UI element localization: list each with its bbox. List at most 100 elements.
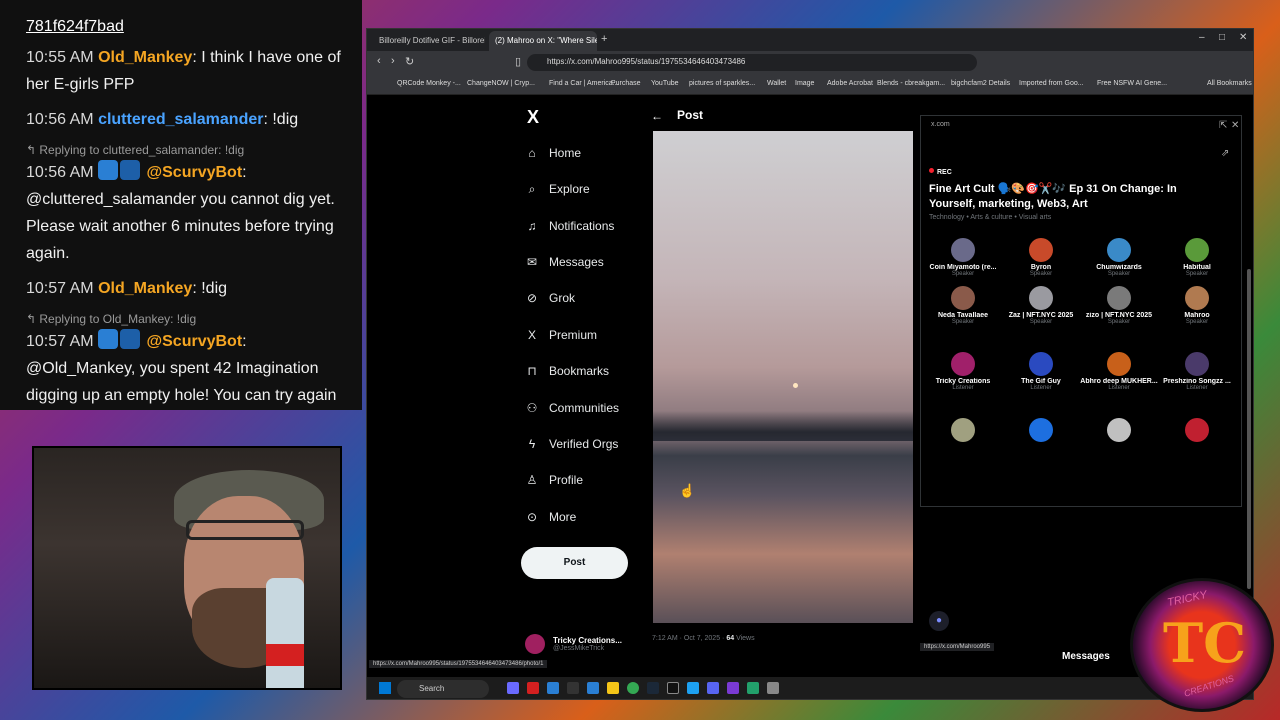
close-icon[interactable]: ✕ (1239, 32, 1247, 43)
taskbar-app-icon[interactable] (527, 682, 539, 694)
participant[interactable] (1157, 418, 1237, 444)
participant-name: Byron (1030, 264, 1052, 271)
taskbar-app-icon[interactable] (727, 682, 739, 694)
chat-user: @ScurvyBot (146, 333, 243, 350)
participant[interactable]: Tricky Creations Listener (923, 352, 1003, 391)
bookmark-item[interactable]: pictures of sparkles... (689, 80, 755, 87)
participant[interactable]: Mahroo Speaker (1157, 286, 1237, 325)
taskbar-app-icon[interactable] (587, 682, 599, 694)
nav-label: Explore (549, 182, 590, 196)
tab-x-post[interactable]: (2) Mahroo on X: "Where Sile (489, 31, 597, 51)
nav-more[interactable]: ⊙ More (525, 505, 576, 529)
microphone-icon[interactable]: ● (929, 611, 949, 631)
post-button[interactable]: Post (521, 547, 628, 579)
back-icon[interactable]: ‹ (377, 55, 381, 67)
bookmark-item[interactable]: ChangeNOW | Cryp... (467, 80, 535, 87)
expand-icon[interactable]: ⇱ (1219, 120, 1227, 131)
participant[interactable]: The Gif Guy Listener (1001, 352, 1081, 391)
bookmark-item[interactable]: YouTube (651, 80, 679, 87)
participant[interactable] (1001, 418, 1081, 444)
participant[interactable]: zizo | NFT.NYC 2025 Speaker (1079, 286, 1159, 325)
windows-start-icon[interactable] (379, 682, 391, 694)
views-label: Views (734, 635, 755, 642)
bookmark-item[interactable]: Blends - cbreakgam... (877, 80, 945, 87)
participant[interactable]: Abhro deep MUKHER... Listener (1079, 352, 1159, 391)
nav-messages[interactable]: ✉ Messages (525, 250, 604, 274)
steam-icon[interactable] (647, 682, 659, 694)
scrollbar[interactable] (1247, 269, 1251, 589)
taskbar-app-icon[interactable] (567, 682, 579, 694)
nav-communities[interactable]: ⚇ Communities (525, 396, 619, 420)
bookmark-item[interactable]: Imported from Goo... (1019, 80, 1084, 87)
grok-icon: ⊘ (526, 291, 538, 305)
participant[interactable]: Coin Miyamoto (re... Speaker (923, 238, 1003, 277)
url-field[interactable]: https://x.com/Mahroo995/status/197553464… (527, 54, 977, 71)
tool-badge-icon (120, 160, 141, 180)
nav-home[interactable]: ⌂ Home (525, 141, 581, 165)
maximize-icon[interactable]: □ (1219, 32, 1225, 43)
bookmark-item[interactable]: Purchase (611, 80, 641, 87)
participant[interactable]: Preshzino Songzz ... Listener (1157, 352, 1237, 391)
taskbar-search[interactable]: Search (397, 680, 489, 698)
taskbar-app-icon[interactable] (547, 682, 559, 694)
avatar (1029, 286, 1053, 310)
account-switcher[interactable]: Tricky Creations... @JessMikeTrick (525, 629, 622, 659)
nav-verified-orgs[interactable]: ϟ Verified Orgs (525, 432, 619, 456)
participant[interactable]: Zaz | NFT.NYC 2025 Speaker (1001, 286, 1081, 325)
space-title: Fine Art Cult 🗣️🎨🎯✂️🎶 Ep 31 On Change: I… (929, 183, 1177, 210)
bookmark-item[interactable]: Adobe Acrobat (827, 80, 873, 87)
participant[interactable]: Neda Tavallaee Speaker (923, 286, 1003, 325)
participant[interactable]: Chumwizards Speaker (1079, 238, 1159, 277)
chat-reply-context: ↰ Replying to cluttered_salamander: !dig (26, 143, 245, 157)
reply-text: Replying to Old_Mankey: !dig (39, 312, 197, 326)
bookmark-item[interactable]: Free NSFW AI Gene... (1097, 80, 1167, 87)
messages-drawer[interactable]: Messages (1062, 651, 1110, 662)
telegram-icon[interactable] (687, 682, 699, 694)
nav-profile[interactable]: ♙ Profile (525, 468, 583, 492)
nav-explore[interactable]: ⌕ Explore (525, 177, 590, 201)
reply-text: Replying to cluttered_salamander: !dig (39, 143, 245, 157)
bookmark-item[interactable]: Image (795, 80, 814, 87)
minimize-icon[interactable]: – (1199, 32, 1205, 43)
participant-role: Speaker (1185, 319, 1209, 325)
share-icon[interactable]: ⇗ (1221, 148, 1229, 159)
bot-badge-icon (98, 329, 119, 349)
participant[interactable]: Habitual Speaker (1157, 238, 1237, 277)
post-photo[interactable] (653, 131, 913, 623)
participant[interactable]: Byron Speaker (1001, 238, 1081, 277)
forward-icon[interactable]: › (391, 55, 395, 67)
nav-premium[interactable]: X Premium (525, 323, 597, 347)
taskbar-app-icon[interactable] (507, 682, 519, 694)
taskbar-app-icon[interactable] (747, 682, 759, 694)
x-logo[interactable]: X (527, 107, 539, 128)
nav-bookmarks[interactable]: ⊓ Bookmarks (525, 359, 609, 383)
webcam-glasses (186, 520, 304, 540)
bookmark-item[interactable]: bigchcfam2 Details (951, 80, 1010, 87)
settings-icon[interactable] (767, 682, 779, 694)
bookmark-item[interactable]: Wallet (767, 80, 786, 87)
status-url: https://x.com/Mahroo995/status/197553464… (369, 660, 548, 668)
bookmark-star-icon[interactable]: ▯ (515, 55, 521, 68)
folder-icon[interactable] (607, 682, 619, 694)
bookmark-item[interactable]: Find a Car | America... (549, 80, 619, 87)
back-arrow-icon[interactable]: ← (651, 109, 663, 123)
bookmark-item[interactable]: QRCode Monkey -... (397, 80, 461, 87)
discord-icon[interactable] (707, 682, 719, 694)
nav-grok[interactable]: ⊘ Grok (525, 286, 575, 310)
participant[interactable] (1079, 418, 1159, 444)
all-bookmarks[interactable]: All Bookmarks (1207, 80, 1252, 87)
browser-window: Billoreilly Dotifive GIF - Billoreilly D… (366, 28, 1254, 700)
nav-notifications[interactable]: ♫ Notifications (525, 214, 615, 238)
logo-mark: TC (1163, 611, 1247, 675)
chrome-icon[interactable] (627, 682, 639, 694)
new-tab-button[interactable]: + (599, 31, 613, 51)
space-category: Technology • Arts & culture • Visual art… (929, 214, 1052, 221)
participant[interactable] (923, 418, 1003, 444)
reload-icon[interactable]: ↻ (405, 55, 414, 68)
view-count: 64 (726, 635, 735, 642)
avatar (1029, 418, 1053, 442)
nav-label: Home (549, 146, 582, 160)
taskbar-app-icon[interactable] (667, 682, 679, 694)
tab-gif[interactable]: Billoreilly Dotifive GIF - Billoreilly D… (373, 31, 485, 51)
close-space-icon[interactable]: ✕ (1231, 120, 1239, 131)
